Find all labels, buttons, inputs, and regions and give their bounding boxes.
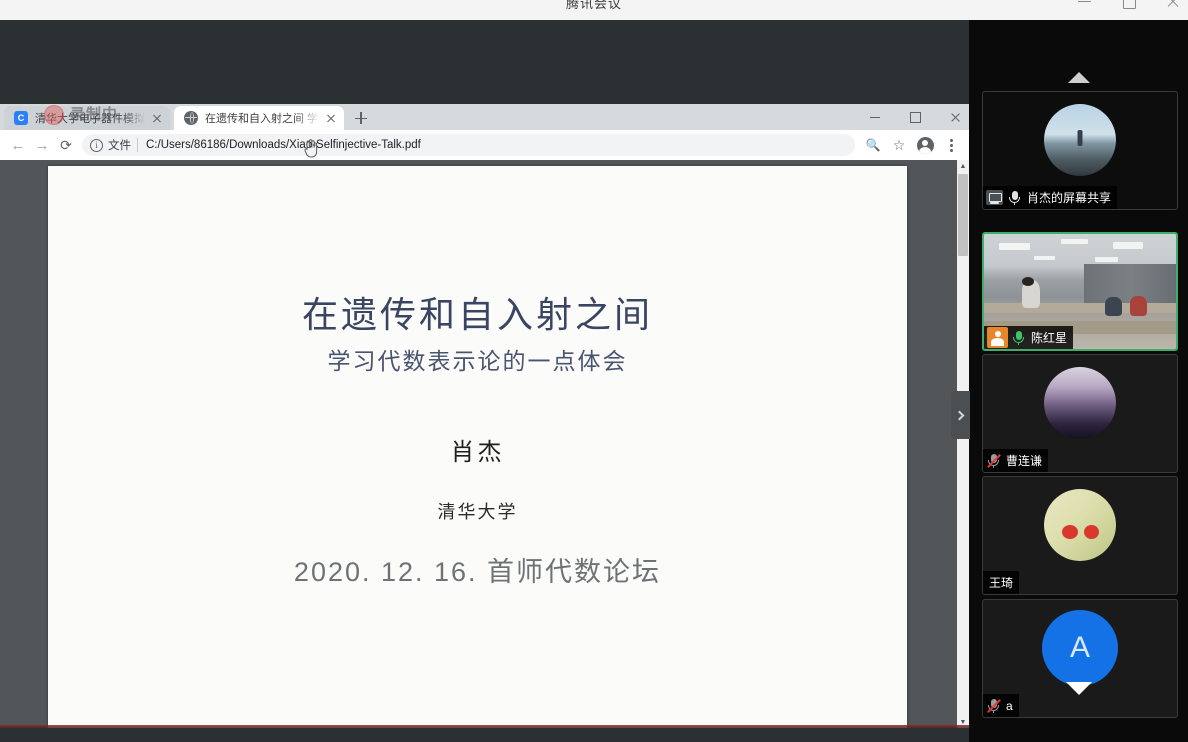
site-info-icon[interactable]: i: [90, 138, 103, 152]
scrollbar-thumb[interactable]: [958, 174, 968, 256]
triangle-up-icon: [1067, 71, 1090, 83]
profile-avatar-icon[interactable]: [913, 133, 937, 157]
slide-affiliation: 清华大学: [437, 502, 518, 522]
tab-favicon-icon: C: [14, 111, 28, 125]
search-icon[interactable]: 🔍: [861, 133, 885, 157]
screen-share-icon: [986, 190, 1003, 205]
slide-author: 肖杰: [450, 440, 505, 466]
slide-title: 在遗传和自入射之间: [301, 295, 653, 335]
participant-name: 陈红星: [1031, 331, 1068, 345]
screen-root: 腾讯会议 C 清华大学电子器件模拟 在遗传和自入射之间 学习代数表: [0, 0, 1188, 742]
tile-namebar: 肖杰的屏幕共享: [983, 186, 1118, 209]
meeting-close-button[interactable]: [1164, 0, 1182, 10]
chrome-browser-window: C 清华大学电子器件模拟 在遗传和自入射之间 学习代数表: [0, 104, 969, 728]
tab-close-icon[interactable]: [150, 111, 164, 125]
bookmark-star-icon[interactable]: ☆: [887, 133, 911, 157]
chrome-window-controls: [865, 107, 965, 127]
mic-muted-icon: [986, 452, 1002, 469]
participant-name: 曹连谦: [1006, 454, 1043, 468]
slide-subtitle: 学习代数表示论的一点体会: [327, 349, 628, 374]
rail-scroll-up-button[interactable]: [969, 64, 1188, 90]
participant-rail: 肖杰的屏幕共享 陈红星 曹连谦 王琦 A a: [969, 20, 1188, 742]
new-tab-button[interactable]: [352, 109, 370, 127]
toolbar-right-group: 🔍 ☆: [861, 133, 963, 157]
panel-collapse-button[interactable]: [951, 391, 970, 439]
avatar: [1044, 104, 1116, 176]
slide-content: 在遗传和自入射之间 学习代数表示论的一点体会 肖杰 清华大学 2020. 12.…: [48, 166, 907, 728]
chevron-right-icon: [954, 410, 964, 420]
globe-icon: [184, 111, 198, 125]
scheme-label: 文件: [108, 140, 131, 152]
address-bar[interactable]: i 文件 C:/Users/86186/Downloads/Xiao-Selfi…: [82, 134, 855, 156]
meeting-app-title: 腾讯会议: [566, 0, 623, 11]
forward-icon[interactable]: →: [30, 133, 54, 157]
avatar-figure: [1077, 130, 1083, 146]
triangle-down-icon: [1065, 681, 1092, 695]
kebab-menu-icon[interactable]: [939, 133, 963, 157]
meeting-minimize-button[interactable]: [1076, 0, 1094, 10]
participant-name: 肖杰的屏幕共享: [1027, 191, 1112, 205]
participant-tile[interactable]: 曹连谦: [982, 354, 1178, 473]
mic-active-icon: [1011, 329, 1026, 346]
pdf-viewer: 在遗传和自入射之间 学习代数表示论的一点体会 肖杰 清华大学 2020. 12.…: [0, 160, 969, 728]
tile-namebar: 王琦: [983, 571, 1020, 594]
browser-tab-2[interactable]: 在遗传和自入射之间 学习代数表: [174, 106, 344, 130]
address-bar-url: C:/Users/86186/Downloads/Xiao-Selfinject…: [146, 139, 421, 151]
browser-tab-1[interactable]: C 清华大学电子器件模拟: [4, 106, 170, 130]
avatar: [1044, 489, 1116, 561]
participant-name: 王琦: [989, 576, 1014, 590]
omnibox-divider: [137, 138, 138, 152]
mic-on-icon: [1007, 189, 1022, 206]
mouse-cursor: [304, 139, 318, 158]
participant-tile-active-speaker[interactable]: 陈红星: [982, 232, 1178, 351]
meeting-maximize-button[interactable]: [1120, 0, 1138, 10]
tab-title: 清华大学电子器件模拟: [35, 113, 145, 125]
browser-toolbar: ← → ⟳ i 文件 C:/Users/86186/Downloads/Xiao…: [0, 130, 969, 160]
tile-namebar: 曹连谦: [983, 449, 1049, 472]
tab-close-icon[interactable]: [324, 111, 338, 125]
meeting-titlebar: 腾讯会议: [0, 0, 1188, 20]
slide-date-venue: 2020. 12. 16. 首师代数论坛: [293, 557, 662, 587]
chrome-close-button[interactable]: [945, 107, 965, 127]
avatar: [1044, 367, 1116, 439]
participant-tile[interactable]: 肖杰的屏幕共享: [982, 91, 1178, 210]
reload-icon[interactable]: ⟳: [54, 133, 78, 157]
participant-tile[interactable]: 王琦: [982, 476, 1178, 595]
pdf-scrollbar[interactable]: ▲ ▼: [957, 160, 969, 728]
meeting-window-controls: [1076, 0, 1182, 10]
browser-tabstrip: C 清华大学电子器件模拟 在遗传和自入射之间 学习代数表: [0, 104, 969, 130]
pdf-page: 在遗传和自入射之间 学习代数表示论的一点体会 肖杰 清华大学 2020. 12.…: [48, 166, 907, 728]
stage-bottom-fill: [0, 728, 969, 742]
rail-scroll-down-button[interactable]: [969, 675, 1188, 701]
chrome-minimize-button[interactable]: [865, 107, 885, 127]
scroll-up-icon[interactable]: ▲: [957, 160, 969, 172]
chrome-maximize-button[interactable]: [905, 107, 925, 127]
tab-title: 在遗传和自入射之间 学习代数表: [205, 113, 320, 125]
shared-screen-stage: C 清华大学电子器件模拟 在遗传和自入射之间 学习代数表: [0, 20, 970, 742]
person-badge-icon: [987, 327, 1008, 348]
tile-namebar: 陈红星: [984, 326, 1074, 349]
back-icon[interactable]: ←: [6, 133, 30, 157]
